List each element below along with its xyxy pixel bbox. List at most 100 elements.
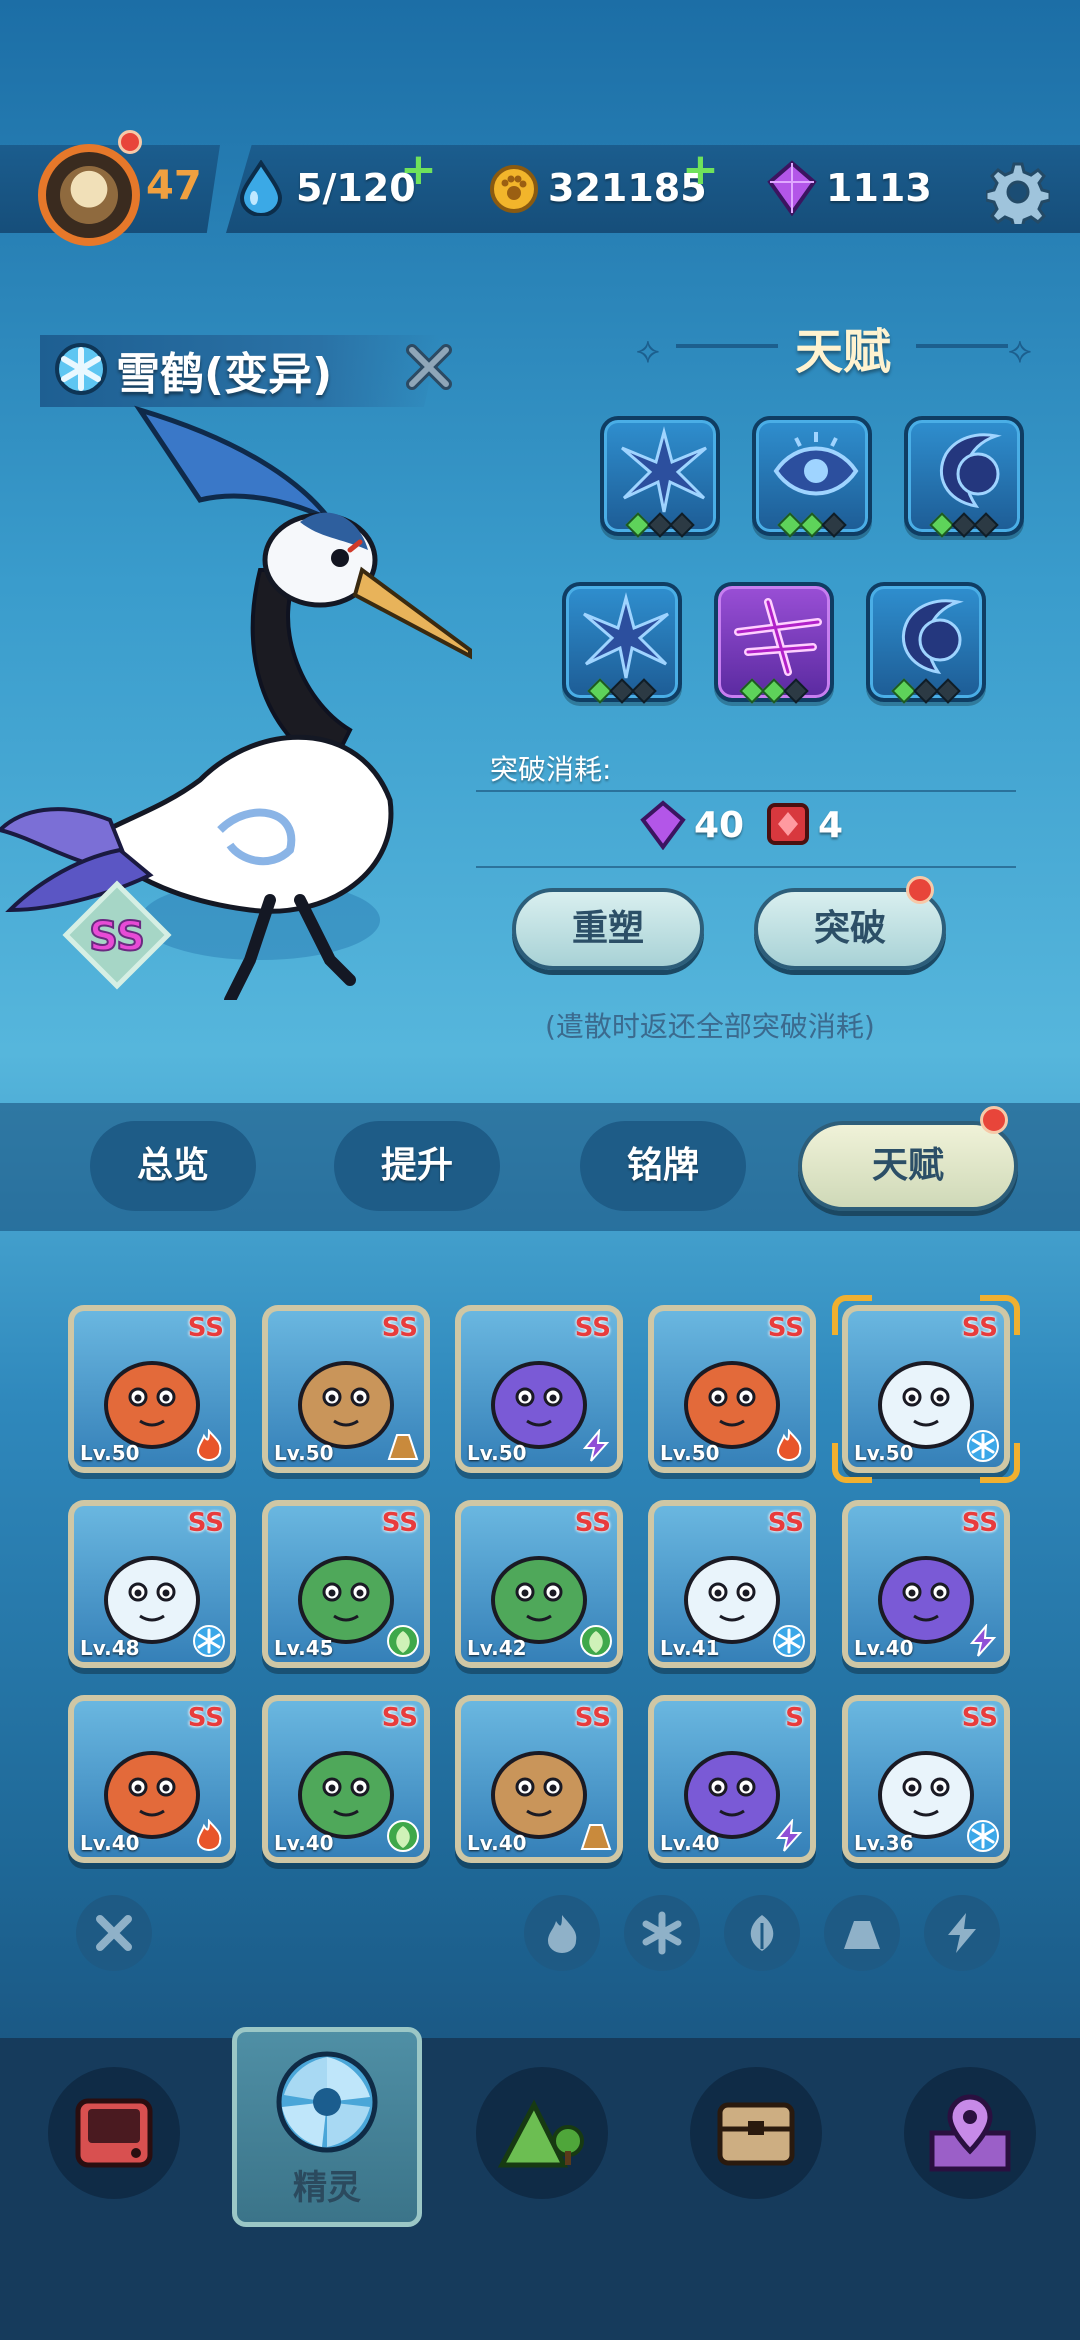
pet-rank: SS bbox=[767, 1313, 804, 1343]
pet-level: Lv.50 bbox=[274, 1441, 334, 1465]
selection-corner bbox=[980, 1295, 1020, 1335]
add-coins-button[interactable]: + bbox=[682, 148, 719, 192]
close-icon bbox=[96, 1915, 132, 1951]
stamina-value: 5/120 bbox=[296, 166, 416, 210]
talent-slot-6[interactable] bbox=[866, 582, 986, 704]
pet-card[interactable]: SS Lv.36 bbox=[842, 1695, 1010, 1863]
pet-level: Lv.45 bbox=[274, 1636, 334, 1660]
pet-card-frame: SS Lv.40 bbox=[848, 1506, 1004, 1662]
pet-level: Lv.41 bbox=[660, 1636, 720, 1660]
talent-gems bbox=[756, 512, 868, 538]
pet-card[interactable]: SS Lv.40 bbox=[455, 1695, 623, 1863]
red-crystal-icon bbox=[767, 803, 809, 845]
device-icon bbox=[75, 2098, 153, 2168]
pet-card[interactable]: SS Lv.40 bbox=[842, 1500, 1010, 1668]
pet-card-frame: SS Lv.45 bbox=[268, 1506, 424, 1662]
title-line-right bbox=[916, 344, 1008, 348]
cost-separator-bottom bbox=[476, 866, 1016, 868]
nav-bag[interactable] bbox=[690, 2067, 822, 2199]
pet-rank: SS bbox=[187, 1508, 224, 1538]
pet-card[interactable]: SS Lv.45 bbox=[262, 1500, 430, 1668]
pet-rank: SS bbox=[767, 1508, 804, 1538]
pet-card-frame: SS Lv.40 bbox=[268, 1701, 424, 1857]
pet-level: Lv.50 bbox=[80, 1441, 140, 1465]
tab-nameplate[interactable]: 铭牌 bbox=[580, 1121, 746, 1211]
pet-card[interactable]: SS Lv.50 bbox=[455, 1305, 623, 1473]
pet-rank: SS bbox=[574, 1508, 611, 1538]
title-line-left bbox=[676, 344, 778, 348]
pet-rank: SS bbox=[187, 1313, 224, 1343]
tab-talent[interactable]: 天赋 bbox=[798, 1121, 1018, 1211]
pet-card[interactable]: SS Lv.40 bbox=[68, 1695, 236, 1863]
avatar-notification-dot bbox=[118, 130, 142, 154]
pet-card[interactable]: S Lv.40 bbox=[648, 1695, 816, 1863]
pet-card[interactable]: SS Lv.50 bbox=[648, 1305, 816, 1473]
close-icon[interactable] bbox=[402, 340, 456, 394]
snowflake-element-icon bbox=[55, 343, 107, 395]
pet-level: Lv.40 bbox=[274, 1831, 334, 1855]
grass-element-icon bbox=[580, 1625, 612, 1657]
avatar-face bbox=[60, 166, 118, 224]
talent-slot-1[interactable] bbox=[600, 416, 720, 538]
pet-card[interactable]: SS Lv.41 bbox=[648, 1500, 816, 1668]
crescent-icon bbox=[940, 433, 1002, 509]
grass-element-icon bbox=[387, 1625, 419, 1657]
talent-slot-3[interactable] bbox=[904, 416, 1024, 538]
pet-card-frame: S Lv.40 bbox=[654, 1701, 810, 1857]
pet-card[interactable]: SS Lv.48 bbox=[68, 1500, 236, 1668]
nav-explore[interactable] bbox=[476, 2067, 608, 2199]
cost-separator-top bbox=[476, 790, 1016, 792]
filter-ice[interactable] bbox=[624, 1895, 700, 1971]
talent-slot-2[interactable] bbox=[752, 416, 872, 538]
pet-card[interactable]: SS Lv.42 bbox=[455, 1500, 623, 1668]
pet-rank: SS bbox=[381, 1508, 418, 1538]
fire-element-icon bbox=[196, 1429, 222, 1461]
talent-slot-4[interactable] bbox=[562, 582, 682, 704]
talent-gems bbox=[566, 678, 678, 704]
filter-thunder[interactable] bbox=[924, 1895, 1000, 1971]
fire-element-icon bbox=[196, 1819, 222, 1851]
thunder-element-icon bbox=[969, 1624, 997, 1657]
ornament-right-icon: ⟡ bbox=[1008, 330, 1032, 371]
filter-grass[interactable] bbox=[724, 1895, 800, 1971]
purple-gem-icon bbox=[767, 160, 817, 216]
pet-rank: SS bbox=[187, 1703, 224, 1733]
reshape-button[interactable]: 重塑 bbox=[512, 888, 704, 970]
pet-level: Lv.40 bbox=[854, 1636, 914, 1660]
add-stamina-button[interactable]: + bbox=[400, 148, 437, 192]
pet-card[interactable]: SS Lv.40 bbox=[262, 1695, 430, 1863]
pet-card-frame: SS Lv.50 bbox=[268, 1311, 424, 1467]
earth-element-icon bbox=[387, 1434, 419, 1460]
paw-coin-icon bbox=[490, 165, 538, 213]
player-avatar[interactable] bbox=[38, 144, 140, 246]
crescent-icon bbox=[902, 599, 964, 675]
pet-level: Lv.50 bbox=[467, 1441, 527, 1465]
pet-rank: SS bbox=[381, 1313, 418, 1343]
svg-text:SS: SS bbox=[89, 914, 145, 960]
pet-card[interactable]: SS Lv.50 bbox=[68, 1305, 236, 1473]
filter-earth[interactable] bbox=[824, 1895, 900, 1971]
leaf-icon bbox=[750, 1915, 774, 1951]
chest-icon bbox=[717, 2102, 795, 2166]
nav-map[interactable] bbox=[904, 2067, 1036, 2199]
tab-upgrade[interactable]: 提升 bbox=[334, 1121, 500, 1211]
talent-slot-5[interactable] bbox=[714, 582, 834, 704]
nav-device[interactable] bbox=[48, 2067, 180, 2199]
map-pin-icon bbox=[929, 2094, 1011, 2172]
settings-gear-icon[interactable] bbox=[986, 160, 1050, 224]
tab-overview[interactable]: 总览 bbox=[90, 1121, 256, 1211]
snowflake-icon bbox=[642, 1911, 682, 1955]
clear-filter-button[interactable] bbox=[76, 1895, 152, 1971]
pet-card-frame: SS Lv.50 bbox=[654, 1311, 810, 1467]
pet-card-frame: SS Lv.40 bbox=[74, 1701, 230, 1857]
filter-fire[interactable] bbox=[524, 1895, 600, 1971]
ice-element-icon bbox=[193, 1625, 225, 1657]
breakthrough-notification-dot bbox=[906, 876, 934, 904]
ice-element-icon bbox=[967, 1820, 999, 1852]
pet-card[interactable]: SS Lv.50 bbox=[262, 1305, 430, 1473]
pet-level: Lv.40 bbox=[467, 1831, 527, 1855]
pet-rank: S bbox=[785, 1703, 804, 1733]
ice-star-icon bbox=[583, 592, 669, 679]
ice-element-icon bbox=[773, 1625, 805, 1657]
water-drop-icon bbox=[239, 160, 283, 216]
